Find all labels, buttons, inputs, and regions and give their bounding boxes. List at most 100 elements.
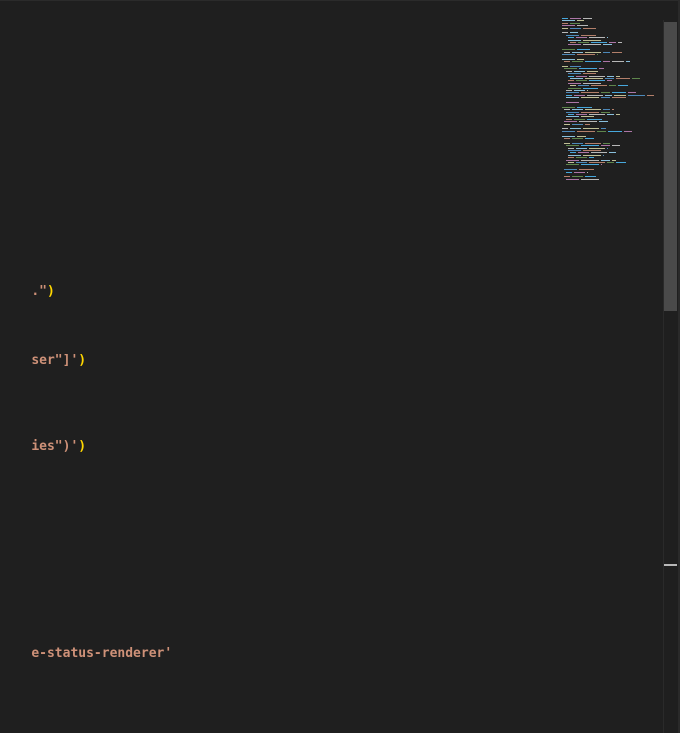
minimap-token <box>601 164 602 166</box>
minimap-token <box>577 54 595 55</box>
minimap-token <box>585 109 601 111</box>
minimap-token <box>579 169 594 171</box>
minimap-token <box>612 109 614 111</box>
minimap-token <box>579 68 597 70</box>
minimap-token <box>566 34 579 36</box>
minimap-token <box>562 106 575 108</box>
minimap-token <box>581 92 599 94</box>
minimap-token <box>564 176 570 178</box>
minimap-token <box>585 123 590 125</box>
minimap-token <box>577 49 590 51</box>
code-line: .") <box>0 262 54 299</box>
minimap-token <box>566 116 579 118</box>
minimap-token <box>612 51 622 53</box>
minimap-token <box>576 114 587 115</box>
minimap-token <box>581 159 599 161</box>
minimap-token <box>603 44 612 46</box>
minimap-token <box>605 94 612 96</box>
minimap-token <box>568 39 581 41</box>
code-line: ies")') <box>0 417 86 454</box>
minimap-token <box>562 135 575 137</box>
minimap-token <box>603 109 610 111</box>
minimap-token <box>572 138 583 139</box>
minimap-token <box>578 85 589 87</box>
minimap-token <box>568 73 581 75</box>
minimap-token <box>577 20 584 22</box>
minimap-token <box>585 51 601 53</box>
minimap-token <box>589 162 605 163</box>
minimap-token <box>612 159 616 161</box>
minimap-token <box>578 42 589 43</box>
minimap-token <box>607 147 608 149</box>
minimap-token <box>568 162 574 163</box>
minimap-token <box>609 152 616 154</box>
minimap-token <box>587 118 602 120</box>
minimap[interactable] <box>558 18 662 218</box>
minimap-token <box>599 68 604 70</box>
minimap-token <box>564 138 570 139</box>
minimap-token <box>626 61 630 63</box>
minimap-token <box>585 142 601 144</box>
minimap-token <box>570 85 576 87</box>
minimap-token <box>572 142 583 144</box>
minimap-token <box>597 54 598 55</box>
minimap-token <box>570 152 576 154</box>
minimap-token <box>566 97 579 99</box>
minimap-token <box>612 145 620 147</box>
code-line: ser"]') <box>0 331 86 368</box>
minimap-token <box>583 44 601 46</box>
minimap-token <box>605 78 614 79</box>
minimap-token <box>566 94 572 96</box>
minimap-token <box>581 111 599 113</box>
minimap-token <box>572 123 583 125</box>
minimap-token <box>576 75 587 77</box>
minimap-token <box>570 78 583 79</box>
minimap-token <box>562 58 575 60</box>
minimap-token <box>566 70 572 72</box>
bracket-token: ) <box>46 284 55 299</box>
minimap-token <box>562 66 568 67</box>
minimap-token <box>566 171 572 173</box>
code-editor[interactable]: .") ser"]') ies")') e-status-renderer' <box>0 0 555 733</box>
minimap-token <box>566 159 579 161</box>
minimap-token <box>574 70 585 72</box>
minimap-token <box>576 157 587 159</box>
vertical-scrollbar-thumb[interactable] <box>664 22 677 311</box>
minimap-token <box>607 75 614 77</box>
minimap-token <box>576 162 587 163</box>
minimap-token <box>601 92 610 94</box>
minimap-token <box>562 49 575 51</box>
minimap-token <box>572 61 583 63</box>
string-token: ." <box>31 284 47 299</box>
minimap-token <box>570 42 576 43</box>
minimap-token <box>576 147 587 149</box>
minimap-token <box>587 90 588 91</box>
minimap-token <box>601 145 610 147</box>
minimap-token <box>564 123 570 125</box>
minimap-token <box>581 34 596 36</box>
code-line: e-status-renderer' <box>0 624 172 661</box>
minimap-token <box>581 178 599 180</box>
minimap-token <box>589 80 605 82</box>
string-token: ser"]' <box>31 353 79 368</box>
minimap-token <box>603 154 604 156</box>
minimap-token <box>570 128 581 130</box>
minimap-token <box>564 169 577 171</box>
minimap-token <box>577 130 595 132</box>
minimap-token <box>562 25 575 27</box>
minimap-token <box>601 159 610 161</box>
minimap-token <box>574 94 585 96</box>
minimap-token <box>612 97 626 99</box>
minimap-token <box>585 78 603 79</box>
minimap-token <box>568 87 581 89</box>
minimap-token <box>603 51 610 53</box>
string-token: e-status-renderer' <box>31 646 173 661</box>
minimap-token <box>562 32 568 34</box>
minimap-token <box>574 118 585 120</box>
minimap-token <box>581 97 599 99</box>
minimap-token <box>607 162 614 163</box>
minimap-token <box>585 138 594 139</box>
minimap-token <box>614 94 626 96</box>
minimap-token <box>583 27 596 29</box>
minimap-token <box>589 75 605 77</box>
